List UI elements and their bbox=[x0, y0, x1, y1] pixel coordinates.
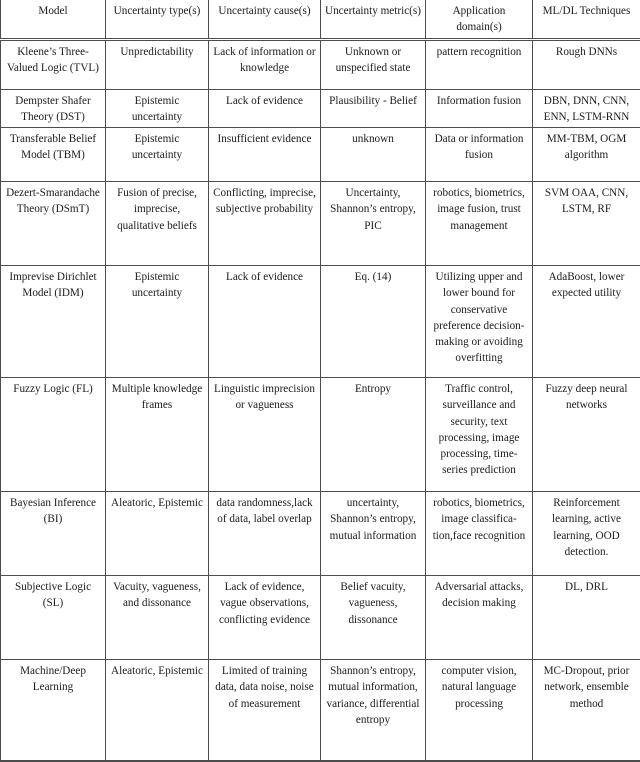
cell-uncertainty-metrics: Entropy bbox=[321, 378, 426, 492]
cell-uncertainty-causes: Lack of evidence, vague observations, co… bbox=[209, 576, 321, 660]
cell-uncertainty-metrics: Unknown or unspecified state bbox=[321, 40, 426, 90]
cell-application-domains: Utilizing upper and lower bound for cons… bbox=[426, 266, 533, 378]
cell-model: Machine/Deep Learning bbox=[1, 660, 106, 762]
table-row: Bayesian Inference (BI) Aleatoric, Epist… bbox=[1, 492, 640, 576]
cell-application-domains: Information fusion bbox=[426, 90, 533, 128]
cell-uncertainty-types: Epistemic uncertainty bbox=[106, 128, 209, 182]
cell-application-domains: robotics, biometrics, image fusion, trus… bbox=[426, 182, 533, 266]
table-body: Kleene’s Three-Valued Logic (TVL) Unpred… bbox=[1, 40, 640, 762]
cell-uncertainty-causes: Limited of training data, data noise, no… bbox=[209, 660, 321, 762]
cell-ml-dl-techniques: MM-TBM, OGM algorithm bbox=[533, 128, 640, 182]
cell-uncertainty-causes: data randomness,lack of data, label over… bbox=[209, 492, 321, 576]
cell-uncertainty-types: Fusion of precise, imprecise, qualitativ… bbox=[106, 182, 209, 266]
cell-ml-dl-techniques: MC-Dropout, prior network, ensemble meth… bbox=[533, 660, 640, 762]
column-header-model: Model bbox=[1, 0, 106, 40]
cell-model: Bayesian Inference (BI) bbox=[1, 492, 106, 576]
cell-uncertainty-causes: Lack of information or knowledge bbox=[209, 40, 321, 90]
cell-ml-dl-techniques: Reinforcement learning, active learning,… bbox=[533, 492, 640, 576]
cell-uncertainty-types: Epistemic uncertainty bbox=[106, 90, 209, 128]
cell-model: Fuzzy Logic (FL) bbox=[1, 378, 106, 492]
cell-ml-dl-techniques: DL, DRL bbox=[533, 576, 640, 660]
column-header-uncertainty-metrics: Uncertainty metric(s) bbox=[321, 0, 426, 40]
cell-uncertainty-metrics: Shannon’s entropy, mutual information, v… bbox=[321, 660, 426, 762]
table-row: Imprevise Dirichlet Model (IDM) Epistemi… bbox=[1, 266, 640, 378]
cell-uncertainty-types: Aleatoric, Epistemic bbox=[106, 492, 209, 576]
cell-ml-dl-techniques: SVM OAA, CNN, LSTM, RF bbox=[533, 182, 640, 266]
cell-model: Imprevise Dirichlet Model (IDM) bbox=[1, 266, 106, 378]
column-header-uncertainty-types: Uncertainty type(s) bbox=[106, 0, 209, 40]
cell-uncertainty-causes: Lack of evidence bbox=[209, 90, 321, 128]
cell-application-domains: computer vision, natural language proces… bbox=[426, 660, 533, 762]
cell-uncertainty-metrics: uncertainty, Shannon’s entropy, mutual i… bbox=[321, 492, 426, 576]
cell-ml-dl-techniques: Rough DNNs bbox=[533, 40, 640, 90]
table-row: Dezert-Smarandache Theory (DSmT) Fusion … bbox=[1, 182, 640, 266]
table-row: Dempster Shafer Theory (DST) Epistemic u… bbox=[1, 90, 640, 128]
cell-uncertainty-metrics: unknown bbox=[321, 128, 426, 182]
table-row: Transferable Belief Model (TBM) Epistemi… bbox=[1, 128, 640, 182]
cell-uncertainty-causes: Insufficient evidence bbox=[209, 128, 321, 182]
cell-application-domains: Traffic control, surveillance and securi… bbox=[426, 378, 533, 492]
cell-model: Transferable Belief Model (TBM) bbox=[1, 128, 106, 182]
cell-model: Kleene’s Three-Valued Logic (TVL) bbox=[1, 40, 106, 90]
cell-application-domains: Data or information fusion bbox=[426, 128, 533, 182]
column-header-uncertainty-causes: Uncertainty cause(s) bbox=[209, 0, 321, 40]
cell-uncertainty-metrics: Belief vacuity, vagueness, dissonance bbox=[321, 576, 426, 660]
cell-model: Dempster Shafer Theory (DST) bbox=[1, 90, 106, 128]
table-row: Kleene’s Three-Valued Logic (TVL) Unpred… bbox=[1, 40, 640, 90]
table-row: Machine/Deep Learning Aleatoric, Epistem… bbox=[1, 660, 640, 762]
cell-uncertainty-types: Epistemic uncertainty bbox=[106, 266, 209, 378]
column-header-ml-dl-techniques: ML/DL Techniques bbox=[533, 0, 640, 40]
cell-uncertainty-types: Unpredictability bbox=[106, 40, 209, 90]
cell-uncertainty-metrics: Plausibility - Belief bbox=[321, 90, 426, 128]
cell-uncertainty-types: Vacuity, vagueness, and dissonance bbox=[106, 576, 209, 660]
table-header: Model Uncertainty type(s) Uncertainty ca… bbox=[1, 0, 640, 40]
cell-model: Subjective Logic (SL) bbox=[1, 576, 106, 660]
uncertainty-models-table: Model Uncertainty type(s) Uncertainty ca… bbox=[0, 0, 640, 762]
table-row: Subjective Logic (SL) Vacuity, vagueness… bbox=[1, 576, 640, 660]
cell-uncertainty-metrics: Uncertainty, Shannon’s entropy, PIC bbox=[321, 182, 426, 266]
cell-ml-dl-techniques: Fuzzy deep neural networks bbox=[533, 378, 640, 492]
column-header-application-domains: Application domain(s) bbox=[426, 0, 533, 40]
cell-application-domains: robotics, biometrics, image classifica-t… bbox=[426, 492, 533, 576]
cell-ml-dl-techniques: DBN, DNN, CNN, ENN, LSTM-RNN bbox=[533, 90, 640, 128]
cell-uncertainty-metrics: Eq. (14) bbox=[321, 266, 426, 378]
cell-application-domains: pattern recognition bbox=[426, 40, 533, 90]
table-row: Fuzzy Logic (FL) Multiple knowledge fram… bbox=[1, 378, 640, 492]
cell-uncertainty-types: Multiple knowledge frames bbox=[106, 378, 209, 492]
cell-model: Dezert-Smarandache Theory (DSmT) bbox=[1, 182, 106, 266]
cell-application-domains: Adversarial attacks, decision making bbox=[426, 576, 533, 660]
cell-uncertainty-causes: Conflicting, imprecise, subjective proba… bbox=[209, 182, 321, 266]
cell-ml-dl-techniques: AdaBoost, lower expected utility bbox=[533, 266, 640, 378]
cell-uncertainty-causes: Linguistic imprecision or vagueness bbox=[209, 378, 321, 492]
cell-uncertainty-causes: Lack of evidence bbox=[209, 266, 321, 378]
header-row: Model Uncertainty type(s) Uncertainty ca… bbox=[1, 0, 640, 40]
cell-uncertainty-types: Aleatoric, Epistemic bbox=[106, 660, 209, 762]
